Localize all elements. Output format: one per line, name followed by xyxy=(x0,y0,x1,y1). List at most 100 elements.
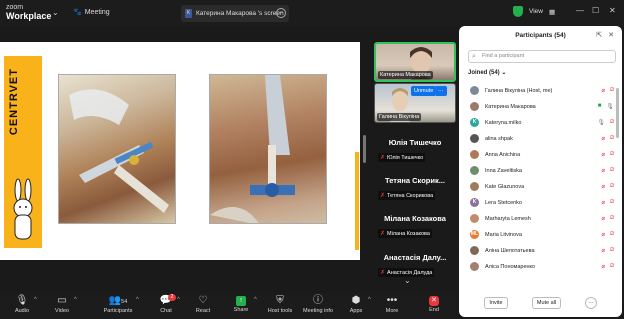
participants-button[interactable]: 👥54 Participants xyxy=(100,295,136,314)
video-off-icon: ⧄ xyxy=(610,183,614,189)
mic-muted-icon[interactable]: ⌀ xyxy=(602,135,606,142)
stop-view-icon[interactable]: – xyxy=(276,8,286,18)
close-icon[interactable]: ✕ xyxy=(608,31,614,39)
chevron-down-icon[interactable]: ⌄ xyxy=(52,8,59,17)
mic-muted-icon[interactable]: ⌀ xyxy=(602,231,606,238)
zoom-logo: zoom Workplace xyxy=(6,3,51,21)
avatar xyxy=(470,134,479,143)
chevron-up-icon[interactable]: ^ xyxy=(177,297,180,303)
mic-muted-icon[interactable]: ⌀ xyxy=(602,247,606,254)
participant-row[interactable]: ML Maria Litvinova ⌀ ⧄ xyxy=(459,227,622,242)
avatar xyxy=(470,102,479,111)
titlebar-right: View ▦ xyxy=(513,6,555,17)
security-shield-icon[interactable] xyxy=(513,6,523,17)
unmute-button[interactable]: Unmute xyxy=(411,86,437,96)
end-icon: ✕ xyxy=(429,296,439,306)
maximize-icon[interactable]: ☐ xyxy=(592,6,599,15)
shield-icon: ⛨ xyxy=(276,295,284,306)
video-off-icon: ⧄ xyxy=(610,263,614,269)
chevron-up-icon[interactable]: ^ xyxy=(136,297,139,303)
tile-label: ✗ Тетяна Скорикова xyxy=(378,191,436,200)
chevron-down-icon[interactable]: ⌄ xyxy=(404,276,411,285)
brand-banner: CENTRVET xyxy=(4,56,42,248)
minimize-icon[interactable]: — xyxy=(576,6,584,15)
chevron-up-icon[interactable]: ^ xyxy=(254,297,257,303)
info-icon: ⓘ xyxy=(313,295,323,306)
more-button[interactable]: ••• More xyxy=(374,295,410,314)
splitter-handle[interactable] xyxy=(363,135,366,163)
more-options-button[interactable]: ··· xyxy=(585,297,597,309)
meeting-toolbar: 🎙 Audio ^ ▭ Video ^ 👥54 Participants ^ 💬… xyxy=(0,293,456,319)
mic-muted-icon[interactable]: ⌀ xyxy=(602,167,606,174)
participant-name: Катерина Макарова xyxy=(485,103,536,110)
tile-name: Юлія Тишечко xyxy=(388,138,442,147)
participant-row[interactable]: Marharyta Lemesh ⌀ ⧄ xyxy=(459,211,622,226)
video-strip: Катерина Макарова Unmute ··· Галина Віку… xyxy=(374,42,456,290)
video-tile-active[interactable]: Катерина Макарова xyxy=(374,42,456,82)
mic-muted-icon[interactable]: ⌀ xyxy=(602,199,606,206)
search-input[interactable]: ⌕ Find a participant xyxy=(468,50,616,63)
meeting-menu[interactable]: 🐾 Meeting xyxy=(73,8,110,17)
tile-name: Мілана Козакова xyxy=(384,214,446,223)
video-off-icon: ⧄ xyxy=(610,151,614,157)
chevron-up-icon[interactable]: ^ xyxy=(74,297,77,303)
meeting-label: Meeting xyxy=(84,8,110,16)
meeting-info-button[interactable]: ⓘ Meeting info xyxy=(300,295,336,314)
video-name: Катерина Макарова xyxy=(378,71,433,79)
participant-status-icons: ⌀ ⧄ xyxy=(602,167,614,174)
mic-icon[interactable]: 🎙 xyxy=(598,119,606,126)
participant-row[interactable]: Inna Zaveltiska ⌀ ⧄ xyxy=(459,163,622,178)
joined-group-header[interactable]: Joined (54) ⌄ xyxy=(468,69,506,76)
paw-icon: 🐾 xyxy=(73,9,82,16)
participant-row[interactable]: Anna Anichina ⌀ ⧄ xyxy=(459,147,622,162)
surgery-photo-right xyxy=(209,74,327,224)
participant-row[interactable]: Галина Вікуліна (Host, me) ⌀ ⧄ xyxy=(459,83,622,98)
participant-row[interactable]: Аліса Пономаренко ⌀ ⧄ xyxy=(459,259,622,274)
chevron-up-icon[interactable]: ^ xyxy=(34,297,37,303)
popout-icon[interactable]: ⇱ xyxy=(596,31,602,39)
screen-share-tab[interactable]: K Катерина Макарова 's screen – xyxy=(181,5,289,22)
title-bar: zoom Workplace ⌄ 🐾 Meeting K Катерина Ма… xyxy=(0,0,624,26)
avatar xyxy=(470,214,479,223)
participant-name: Inna Zaveltiska xyxy=(485,167,522,174)
participant-name: Галина Вікуліна (Host, me) xyxy=(485,87,553,94)
participants-panel: Participants (54) ⇱ ✕ ⌕ Find a participa… xyxy=(459,26,622,317)
mic-muted-icon[interactable]: ⌀ xyxy=(602,151,606,158)
mic-muted-icon[interactable]: ⌀ xyxy=(602,87,606,94)
participant-name: Anna Anichina xyxy=(485,151,521,158)
participant-tile[interactable]: Анастасія Далу... ✗ Анастасія Далуда xyxy=(374,241,456,293)
participant-row[interactable]: Катерина Макарова ■ 🎙 xyxy=(459,99,622,114)
mic-muted-icon[interactable]: ⌀ xyxy=(602,183,606,190)
participant-row[interactable]: Kate Glazunova ⌀ ⧄ xyxy=(459,179,622,194)
search-icon: ⌕ xyxy=(472,53,476,60)
view-grid-icon[interactable]: ▦ xyxy=(549,8,555,16)
invite-button[interactable]: Invite xyxy=(484,297,508,309)
mute-all-button[interactable]: Mute all xyxy=(532,297,561,309)
close-icon[interactable]: ✕ xyxy=(609,6,616,15)
tile-label: ✗ Мілана Козакова xyxy=(378,229,432,238)
mic-muted-icon[interactable]: ⌀ xyxy=(602,215,606,222)
participant-row[interactable]: K Kateryna.milko 🎙 ⧄ xyxy=(459,115,622,130)
heart-icon: ♡ xyxy=(198,295,208,306)
participant-status-icons: ⌀ ⧄ xyxy=(602,215,614,222)
video-off-icon: ⧄ xyxy=(610,247,614,253)
video-options-button[interactable]: ··· xyxy=(435,86,447,96)
scrollbar[interactable] xyxy=(616,88,619,138)
avatar xyxy=(470,262,479,271)
view-button[interactable]: View xyxy=(529,8,543,15)
participant-row[interactable]: Аліна Шепотатьева ⌀ ⧄ xyxy=(459,243,622,258)
mic-icon[interactable]: 🎙 xyxy=(606,103,614,110)
video-tile-self[interactable]: Unmute ··· Галина Вікуліна xyxy=(374,83,456,123)
end-button[interactable]: ✕ End xyxy=(416,295,452,313)
mic-muted-icon[interactable]: ⌀ xyxy=(602,263,606,270)
participant-row[interactable]: K Lera Stetcenko ⌀ ⧄ xyxy=(459,195,622,210)
host-tools-button[interactable]: ⛨ Host tools xyxy=(262,295,298,314)
mic-muted-icon: ✗ xyxy=(380,231,386,237)
participant-status-icons: ⌀ ⧄ xyxy=(602,247,614,254)
video-off-icon: ⧄ xyxy=(610,199,614,205)
chevron-up-icon[interactable]: ^ xyxy=(368,297,371,303)
react-button[interactable]: ♡ React xyxy=(185,295,221,314)
participant-row[interactable]: alina shpak ⌀ ⧄ xyxy=(459,131,622,146)
chat-badge: 2 xyxy=(168,294,176,301)
participant-status-icons: ⌀ ⧄ xyxy=(602,151,614,158)
